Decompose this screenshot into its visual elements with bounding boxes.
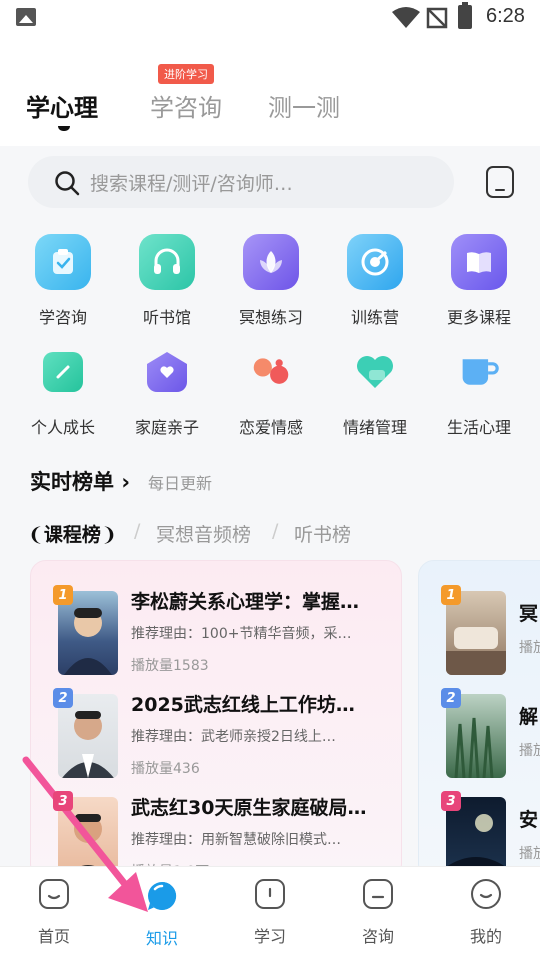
knowledge-icon [148, 881, 177, 910]
course-title: 2025武志红线上工作坊… [131, 694, 355, 716]
nav-study[interactable]: 学习 [230, 879, 310, 947]
rank-number-badge: 1 [53, 585, 73, 605]
list-item[interactable]: 2 2025武志红线上工作坊… 推荐理由：武老师亲授2日线上… 播放量436 [53, 688, 395, 786]
course-reason: 推荐理由：武老师亲授2日线上… [131, 729, 336, 745]
nav-home[interactable]: 首页 [14, 879, 94, 947]
category-life-psychology[interactable]: 生活心理 [429, 344, 529, 438]
category-label: 生活心理 [446, 418, 511, 437]
meditation-plays: 播放 [519, 640, 540, 656]
course-ranking-card: 1 李松蔚关系心理学：掌握… 推荐理由：100+节精华音频，采… 播放量1583… [30, 560, 402, 880]
category-label: 冥想练习 [238, 308, 303, 327]
category-meditation[interactable]: 冥想练习 [221, 234, 321, 328]
subtab-audiobook-ranking[interactable]: 听书榜 [294, 520, 351, 547]
tab-test[interactable]: 测一测 [268, 88, 340, 123]
status-time: 6:28 [486, 5, 525, 27]
category-family-parenting[interactable]: 家庭亲子 [117, 344, 217, 438]
scan-icon[interactable] [486, 166, 514, 198]
course-plays: 播放量1583 [131, 658, 209, 674]
category-training-camp[interactable]: 训练营 [325, 234, 425, 328]
category-label: 情绪管理 [342, 418, 407, 437]
house-heart-icon [147, 352, 187, 392]
consult-icon [363, 879, 393, 909]
wifi-icon [392, 7, 420, 28]
category-label: 家庭亲子 [134, 418, 199, 437]
search-input[interactable]: 搜索课程/测评/咨询师… [90, 169, 293, 196]
category-label: 听书馆 [142, 308, 191, 327]
course-reason: 推荐理由：100+节精华音频，采… [131, 626, 352, 642]
category-learn-counseling[interactable]: 学咨询 [13, 234, 113, 328]
nav-label: 首页 [37, 927, 70, 946]
clipboard-check-icon [35, 234, 91, 290]
category-label: 更多课程 [446, 308, 511, 327]
heart-tag-icon [355, 352, 395, 392]
nav-label: 咨询 [361, 927, 394, 946]
list-item[interactable]: 1 冥 播放 [441, 585, 540, 683]
meditation-title: 冥 [519, 603, 539, 625]
rank-number-badge: 3 [441, 791, 461, 811]
laurel-left-icon: ❨ [28, 524, 44, 546]
rank-number-badge: 3 [53, 791, 73, 811]
couple-icon [251, 352, 291, 392]
course-title: 武志红30天原生家庭破局… [131, 797, 367, 819]
meditation-plays: 播放 [519, 846, 540, 862]
category-label: 训练营 [350, 308, 399, 327]
meditation-title: 安 [519, 809, 539, 831]
study-icon [255, 879, 285, 909]
course-plays: 播放量436 [131, 761, 200, 777]
meditation-ranking-card: 1 冥 播放 2 解 播放 3 安 播放 [418, 560, 540, 880]
bottom-nav: 首页 知识 学习 咨询 我的 [0, 866, 540, 960]
nav-knowledge[interactable]: 知识 [122, 879, 202, 949]
course-title: 李松蔚关系心理学：掌握… [131, 591, 360, 613]
lotus-icon [243, 234, 299, 290]
active-tab-indicator [58, 126, 70, 131]
no-signal-icon [426, 7, 448, 29]
rank-number-badge: 2 [53, 688, 73, 708]
chevron-right-icon: › [121, 470, 130, 494]
ranking-subtitle: 每日更新 [148, 474, 213, 493]
nav-label: 我的 [469, 927, 502, 946]
battery-icon [458, 2, 472, 29]
nav-consult[interactable]: 咨询 [338, 879, 418, 947]
subtab-course-ranking[interactable]: ❨课程榜❩ [28, 520, 117, 547]
search-bar[interactable]: 搜索课程/测评/咨询师… [28, 156, 454, 208]
subtab-divider: / [134, 520, 141, 542]
list-item[interactable]: 1 李松蔚关系心理学：掌握… 推荐理由：100+节精华音频，采… 播放量1583 [53, 585, 395, 683]
book-icon [451, 234, 507, 290]
category-label: 学咨询 [38, 308, 87, 327]
nav-profile[interactable]: 我的 [446, 879, 526, 947]
home-icon [39, 879, 69, 909]
meditation-plays: 播放 [519, 743, 540, 759]
category-love-relationship[interactable]: 恋爱情感 [221, 344, 321, 438]
tab-learn-counseling[interactable]: 学咨询 [150, 88, 222, 123]
target-icon [347, 234, 403, 290]
category-personal-growth[interactable]: 个人成长 [13, 344, 113, 438]
nav-label: 知识 [145, 929, 178, 948]
category-label: 个人成长 [30, 418, 95, 437]
rank-number-badge: 1 [441, 585, 461, 605]
pencil-icon [43, 352, 83, 392]
headphones-icon [139, 234, 195, 290]
meditation-title: 解 [519, 706, 539, 728]
laurel-right-icon: ❩ [100, 524, 117, 546]
category-emotion-management[interactable]: 情绪管理 [325, 344, 425, 438]
status-bar: 6:28 [0, 0, 540, 36]
category-more-courses[interactable]: 更多课程 [429, 234, 529, 328]
rank-number-badge: 2 [441, 688, 461, 708]
image-notification-icon [16, 8, 36, 26]
nav-label: 学习 [253, 927, 286, 946]
cup-icon [459, 352, 499, 392]
list-item[interactable]: 2 解 播放 [441, 688, 540, 786]
header: 学心理 学咨询 测一测 进阶学习 [0, 36, 540, 146]
subtab-divider: / [272, 520, 279, 542]
profile-icon [471, 879, 501, 909]
advanced-learning-badge: 进阶学习 [158, 64, 214, 84]
category-label: 恋爱情感 [238, 418, 303, 437]
subtab-meditation-ranking[interactable]: 冥想音频榜 [156, 520, 251, 547]
course-reason: 推荐理由：用新智慧破除旧模式… [131, 832, 341, 848]
tab-learn-psychology[interactable]: 学心理 [26, 88, 98, 123]
search-icon [55, 171, 80, 196]
category-audiobooks[interactable]: 听书馆 [117, 234, 217, 328]
ranking-title[interactable]: 实时榜单 › [30, 466, 130, 496]
